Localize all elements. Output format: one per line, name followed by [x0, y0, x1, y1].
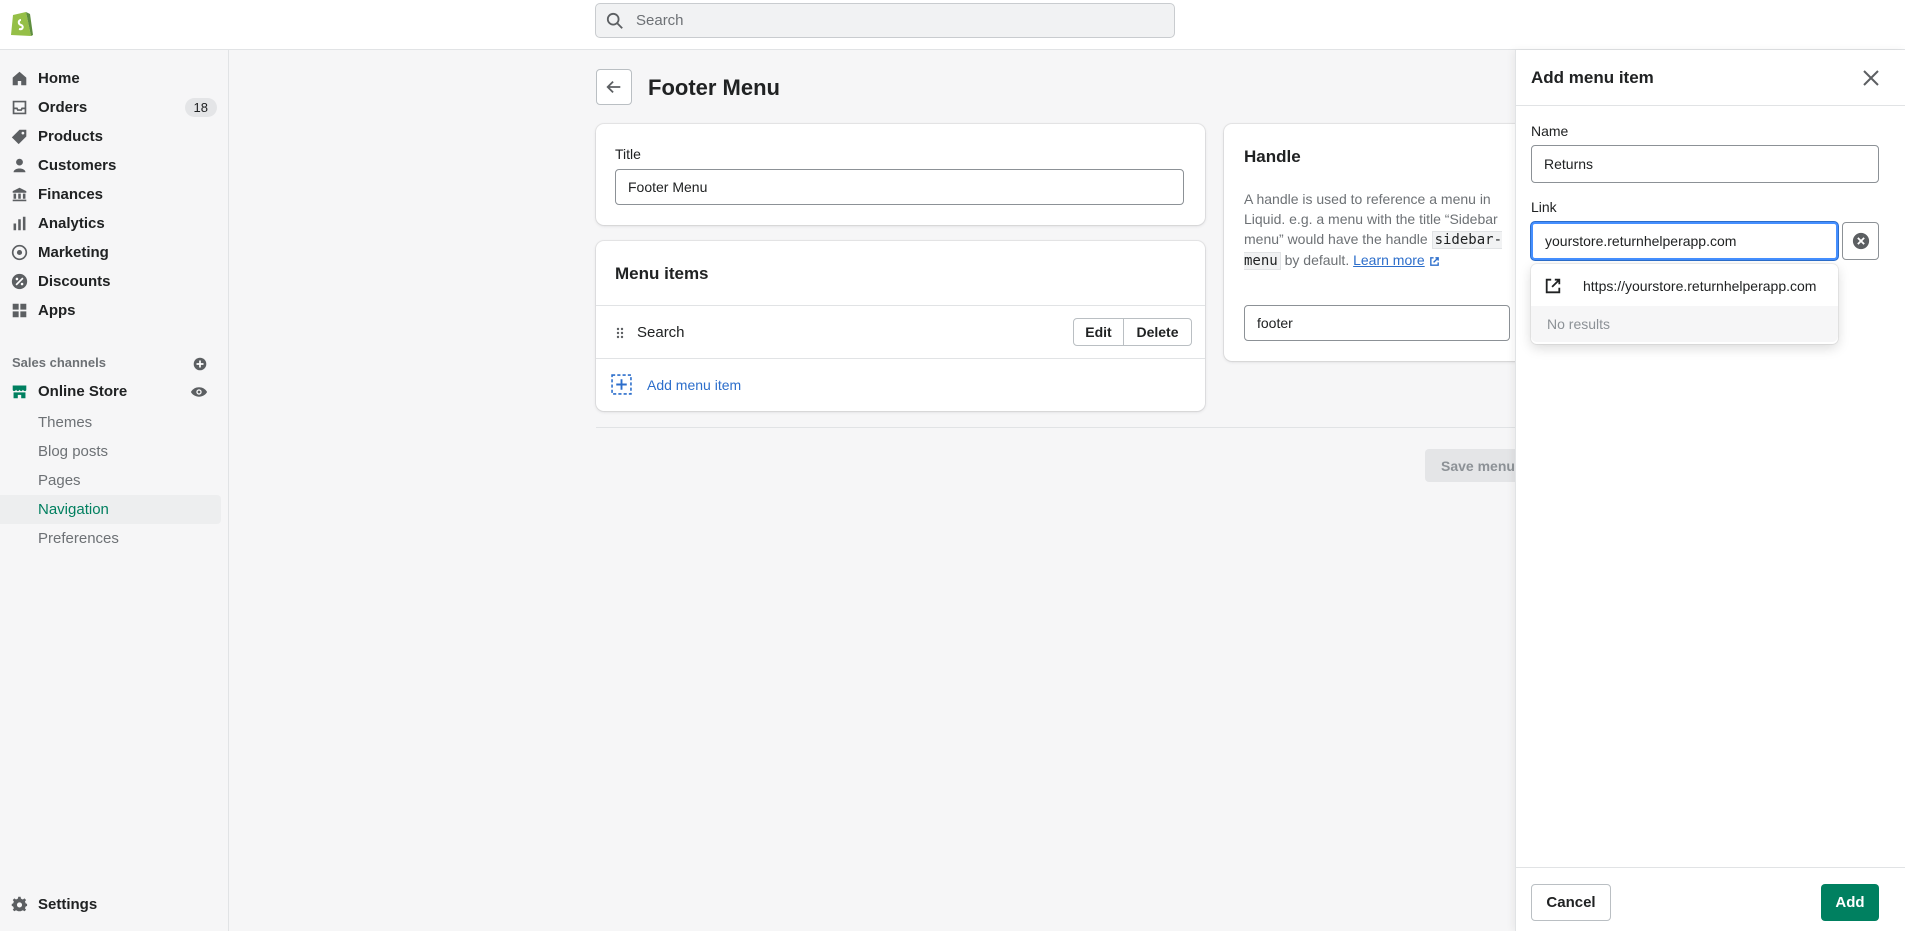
sidebar-item-analytics[interactable]: Analytics	[0, 209, 221, 238]
no-results-text: No results	[1531, 306, 1838, 342]
add-menu-item-row[interactable]: Add menu item	[596, 359, 1205, 411]
store-icon	[12, 385, 27, 399]
discount-icon	[11, 273, 28, 290]
handle-input[interactable]: footer	[1244, 305, 1510, 341]
handle-heading: Handle	[1244, 147, 1301, 166]
link-suggestion-item[interactable]: https://yourstore.returnhelperapp.com	[1531, 268, 1838, 304]
sidebar-item-label: Home	[38, 70, 80, 87]
title-card: Title Footer Menu	[596, 124, 1205, 225]
title-field-label: Title	[615, 146, 641, 162]
drawer-header: Add menu item	[1516, 50, 1905, 106]
bank-icon	[12, 187, 27, 202]
clear-link-button[interactable]	[1842, 222, 1879, 260]
target-icon	[11, 244, 28, 261]
menu-items-heading: Menu items	[615, 264, 709, 283]
sidebar-item-online-store[interactable]: Online Store	[0, 377, 221, 406]
link-suggestion-text: https://yourstore.returnhelperapp.com	[1583, 278, 1817, 294]
shopify-logo[interactable]	[9, 8, 35, 38]
top-bar: Search	[0, 0, 1905, 50]
edit-button[interactable]: Edit	[1073, 318, 1124, 346]
sidebar-item-label: Apps	[38, 302, 76, 319]
person-icon	[13, 158, 26, 173]
learn-more-link[interactable]: Learn more	[1353, 252, 1425, 268]
drag-handle-icon[interactable]	[615, 326, 625, 340]
tag-icon	[11, 129, 27, 145]
back-button[interactable]	[596, 69, 632, 105]
handle-description-text: by default.	[1284, 252, 1350, 268]
menu-items-card: Menu items Search Edit Delete Add menu i…	[596, 241, 1205, 411]
orders-icon	[12, 100, 27, 115]
title-input[interactable]: Footer Menu	[615, 169, 1184, 205]
add-channel-icon[interactable]	[193, 357, 207, 371]
sidebar-item-label: Settings	[38, 896, 98, 913]
sidebar: Home Orders 18 Products Customers Financ…	[0, 50, 229, 931]
search-placeholder: Search	[636, 12, 684, 29]
sales-channels-heading: Sales channels	[12, 355, 106, 370]
drawer-title: Add menu item	[1531, 68, 1654, 87]
add-button[interactable]: Add	[1821, 884, 1879, 921]
sidebar-item-label: Discounts	[38, 273, 111, 290]
handle-description: A handle is used to reference a menu in …	[1244, 189, 1508, 271]
sidebar-subitem-navigation[interactable]: Navigation	[0, 495, 221, 524]
delete-button[interactable]: Delete	[1123, 318, 1192, 346]
sidebar-item-label: Analytics	[38, 215, 105, 232]
sidebar-item-marketing[interactable]: Marketing	[0, 238, 221, 267]
handle-card: Handle A handle is used to reference a m…	[1224, 124, 1534, 361]
sidebar-item-discounts[interactable]: Discounts	[0, 267, 221, 296]
search-bar[interactable]: Search	[595, 3, 1175, 38]
sidebar-item-label: Finances	[38, 186, 104, 203]
link-suggestions-dropdown: https://yourstore.returnhelperapp.com No…	[1531, 264, 1838, 344]
add-menu-item-drawer: Add menu item Name Returns Link yourstor…	[1515, 50, 1905, 931]
sidebar-subitem-pages[interactable]: Pages	[0, 466, 221, 495]
link-input[interactable]: yourstore.returnhelperapp.com	[1531, 222, 1838, 260]
sidebar-item-label: Orders	[38, 99, 88, 116]
sidebar-item-home[interactable]: Home	[0, 64, 221, 93]
search-icon	[606, 12, 623, 29]
menu-item-row: Search Edit Delete	[596, 306, 1205, 358]
clear-icon	[1852, 232, 1869, 250]
sidebar-item-customers[interactable]: Customers	[0, 151, 221, 180]
name-input[interactable]: Returns	[1531, 145, 1879, 183]
sidebar-item-label: Products	[38, 128, 104, 145]
drawer-footer: Cancel Add	[1516, 867, 1905, 931]
eye-icon[interactable]	[190, 383, 208, 401]
add-menu-item-link[interactable]: Add menu item	[647, 377, 741, 393]
sidebar-item-finances[interactable]: Finances	[0, 180, 221, 209]
sidebar-item-products[interactable]: Products	[0, 122, 221, 151]
arrow-left-icon	[606, 80, 621, 94]
menu-item-label: Search	[637, 324, 685, 341]
sidebar-item-label: Online Store	[38, 383, 128, 400]
close-icon[interactable]	[1859, 66, 1883, 90]
sidebar-subitem-themes[interactable]: Themes	[0, 408, 221, 437]
external-link-icon	[1545, 278, 1561, 294]
sidebar-subitem-blog-posts[interactable]: Blog posts	[0, 437, 221, 466]
apps-icon	[12, 303, 27, 318]
sidebar-subitem-preferences[interactable]: Preferences	[0, 524, 221, 553]
gear-icon	[11, 896, 28, 912]
cancel-button[interactable]: Cancel	[1531, 884, 1611, 921]
link-field-label: Link	[1531, 199, 1557, 215]
page-title: Footer Menu	[648, 75, 780, 100]
bar-chart-icon	[13, 216, 26, 231]
name-field-label: Name	[1531, 123, 1569, 139]
home-icon	[12, 71, 27, 86]
sidebar-item-label: Customers	[38, 157, 117, 174]
sidebar-item-apps[interactable]: Apps	[0, 296, 221, 325]
sidebar-item-settings[interactable]: Settings	[0, 890, 221, 919]
save-menu-button[interactable]: Save menu	[1425, 449, 1525, 482]
add-item-icon	[611, 374, 632, 395]
sidebar-item-orders[interactable]: Orders 18	[0, 93, 221, 122]
sidebar-item-label: Marketing	[38, 244, 109, 261]
orders-count-badge: 18	[184, 98, 217, 117]
external-link-icon	[1429, 256, 1439, 266]
